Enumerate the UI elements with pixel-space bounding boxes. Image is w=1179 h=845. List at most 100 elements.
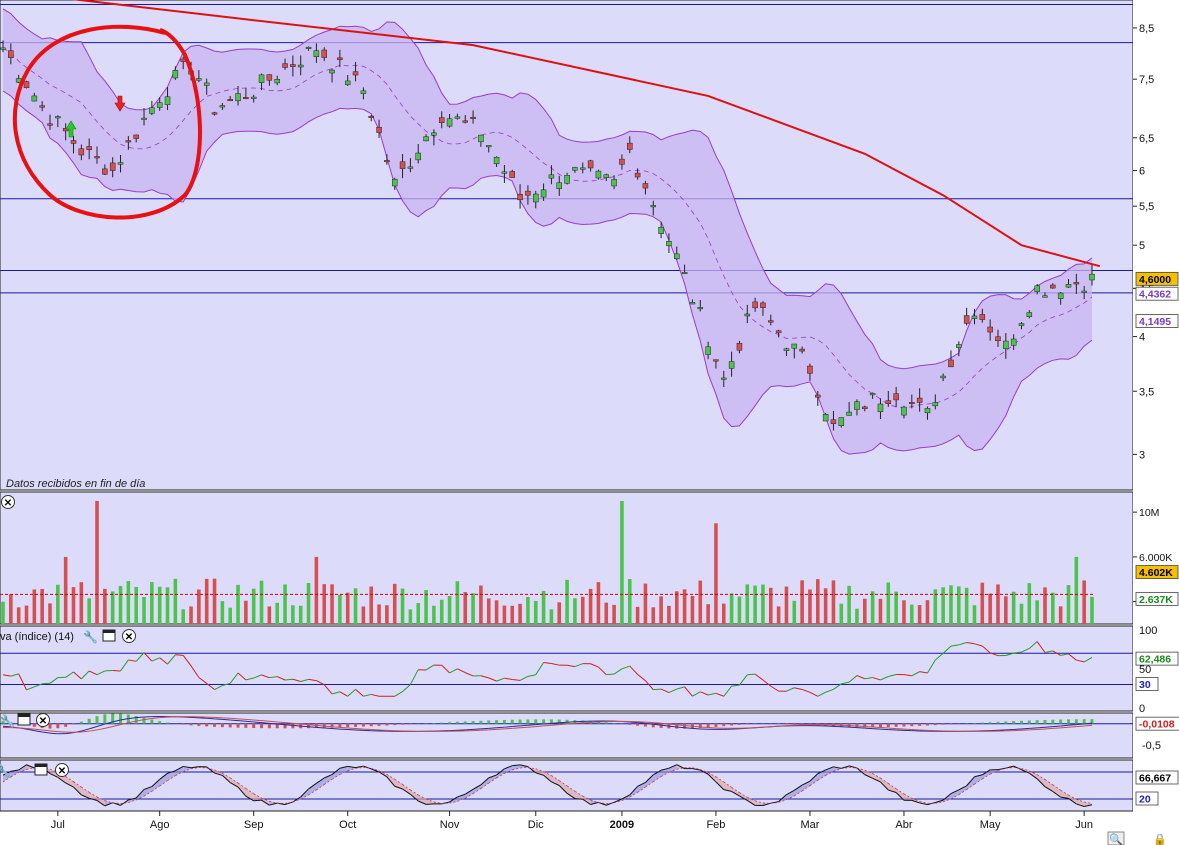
macd-histogram-bar xyxy=(393,723,397,726)
rsi-window-button[interactable] xyxy=(102,629,116,642)
candle-body xyxy=(697,307,704,310)
wrench-icon: 🔧 xyxy=(0,763,11,778)
candle-body xyxy=(862,406,868,409)
macd-line-segment xyxy=(316,726,325,729)
macd-close-button[interactable]: ✕ xyxy=(36,713,50,728)
stoch-settings-button[interactable]: 🔧 xyxy=(0,763,11,778)
volume-bar xyxy=(236,584,240,624)
macd-histogram-bar xyxy=(440,722,444,724)
volume-bar xyxy=(964,587,969,624)
macd-line-segment xyxy=(269,722,278,725)
macd-signal-segment xyxy=(269,720,278,723)
macd-signal-segment xyxy=(355,728,364,730)
volume-bar xyxy=(612,604,616,624)
macd-signal-segment xyxy=(292,722,301,725)
macd-settings-button[interactable]: 🔧 xyxy=(0,713,15,728)
volume-panel-close-button[interactable]: ✕ xyxy=(1,495,15,510)
macd-histogram-bar xyxy=(1035,720,1039,724)
candle-body xyxy=(478,134,484,143)
macd-signal-segment xyxy=(653,722,662,724)
volume-bar xyxy=(385,605,389,624)
candle-body xyxy=(70,140,77,144)
candle-body xyxy=(211,112,218,115)
macd-window-button[interactable] xyxy=(17,713,31,726)
volume-bar xyxy=(306,582,311,624)
volume-bar xyxy=(557,602,562,624)
window-icon xyxy=(103,630,115,633)
stoch-close-button[interactable]: ✕ xyxy=(55,763,69,778)
month-label: 2009 xyxy=(610,819,634,831)
candle-body xyxy=(611,179,617,187)
macd-last-value-0-text: -0,0108 xyxy=(1139,719,1175,731)
price-tick-label: 8,5 xyxy=(1139,23,1154,35)
macd-histogram-bar xyxy=(48,723,52,729)
macd-signal-segment xyxy=(543,724,552,727)
macd-histogram-bar xyxy=(933,723,937,726)
macd-histogram-bar xyxy=(260,723,264,729)
candle-body xyxy=(603,174,610,178)
candle-body xyxy=(932,402,939,407)
price-tick-label: 3,5 xyxy=(1139,386,1154,398)
candle-body xyxy=(344,80,351,85)
macd-line-segment xyxy=(1029,727,1038,729)
candle-body xyxy=(807,365,813,374)
macd-signal-segment xyxy=(770,725,779,728)
volume-bar xyxy=(502,605,507,624)
volume-bar xyxy=(447,595,452,624)
candle-body xyxy=(830,419,837,424)
macd-line-segment xyxy=(1044,726,1053,728)
volume-bar xyxy=(369,586,374,624)
macd-histogram-bar xyxy=(267,723,271,729)
volume-bar xyxy=(573,598,577,624)
candle-body xyxy=(391,178,398,187)
candle-body xyxy=(250,96,257,99)
macd-histogram-bar xyxy=(518,719,522,724)
candle-body xyxy=(760,302,766,308)
data-note: Datos recibidos en fin de día xyxy=(6,478,145,490)
candle-body xyxy=(580,167,586,170)
macd-signal-segment xyxy=(159,716,168,719)
macd-histogram-bar xyxy=(636,723,640,726)
volume-bar xyxy=(439,599,444,624)
rsi-last-value-0-text: 62,486 xyxy=(1139,654,1171,666)
volume-bar xyxy=(972,605,977,624)
volume-bar xyxy=(996,584,1000,624)
macd-last-value-0: -0,0108 xyxy=(1135,716,1179,731)
candle-body xyxy=(297,64,304,68)
candle-body xyxy=(227,99,233,102)
zoom-button[interactable]: 🔍 xyxy=(1107,831,1125,845)
volume-bar xyxy=(1051,592,1055,624)
volume-bar xyxy=(659,596,663,624)
volume-bar xyxy=(878,598,883,624)
volume-bar xyxy=(48,603,52,624)
macd-line-segment xyxy=(308,726,317,728)
macd-signal-segment xyxy=(1044,727,1053,730)
macd-histogram-bar xyxy=(181,723,185,725)
macd-histogram-bar xyxy=(64,723,68,727)
rsi-settings-button[interactable]: 🔧 xyxy=(83,629,98,644)
rsi-close-button[interactable]: ✕ xyxy=(122,629,136,644)
macd-histogram-bar xyxy=(1019,720,1023,724)
lock-button[interactable]: 🔒 xyxy=(1153,833,1167,845)
candle-body xyxy=(877,403,884,413)
volume-bar xyxy=(980,582,985,624)
window-icon xyxy=(35,764,47,767)
volume-bar xyxy=(870,591,875,624)
volume-bar xyxy=(408,609,413,624)
macd-histogram-bar xyxy=(166,722,170,724)
stoch-window-button[interactable] xyxy=(34,763,48,776)
macd-signal-segment xyxy=(57,731,66,733)
macd-signal-segment xyxy=(872,726,881,729)
volume-bar xyxy=(1035,600,1039,624)
macd-signal-segment xyxy=(339,726,348,729)
volume-bar xyxy=(486,598,491,624)
candle-body xyxy=(55,116,61,119)
volume-bar xyxy=(862,598,867,624)
macd-histogram-bar xyxy=(949,723,953,725)
stoch-last-value-0: 66,667 xyxy=(1135,770,1179,784)
candle-body xyxy=(290,64,296,67)
macd-signal-segment xyxy=(332,726,340,728)
macd-signal-segment xyxy=(512,727,521,729)
candle-body xyxy=(634,172,641,178)
candle-body xyxy=(1050,284,1056,289)
